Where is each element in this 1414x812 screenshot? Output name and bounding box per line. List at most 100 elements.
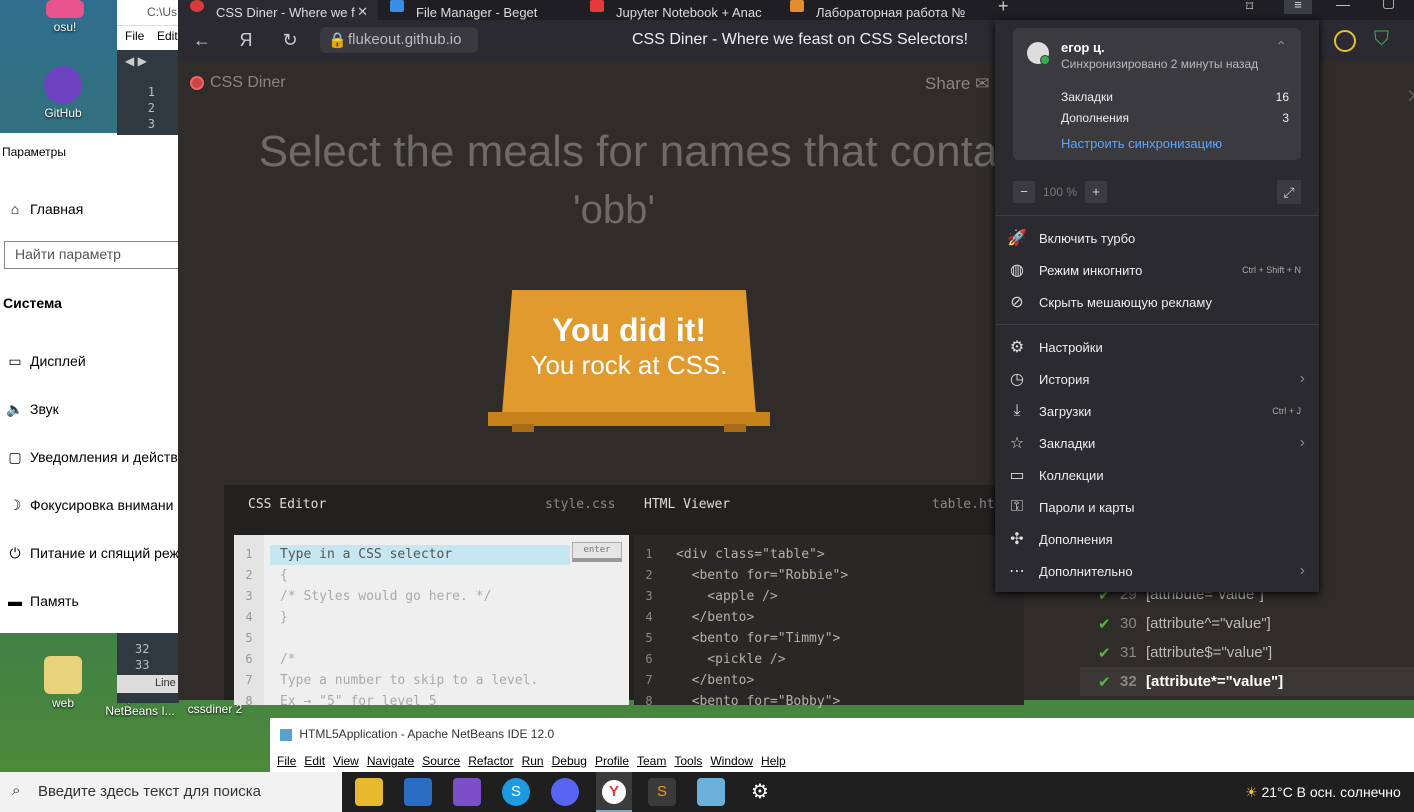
close-panel-icon[interactable]: ✕ (1406, 84, 1414, 109)
block-icon: ⊘ (1010, 294, 1024, 311)
mask-icon: ◍ (1010, 262, 1024, 279)
css-editor-title: CSS Editor (248, 497, 327, 512)
weather-widget[interactable]: ☀ 21°C В осн. солнечно (1245, 784, 1401, 801)
taskbar-search-input[interactable]: ⌕ Введите здесь текст для поиска (0, 772, 342, 812)
netbeans-menu-item[interactable]: Tools (674, 754, 702, 768)
enter-button[interactable]: enter (572, 542, 622, 562)
zoom-out-button[interactable]: − (1013, 181, 1035, 203)
css-selector-input[interactable]: Type in a CSS selector (280, 547, 452, 562)
menu-item-puzzle[interactable]: ✣ Дополнения (995, 523, 1319, 555)
menu-file[interactable]: File (125, 29, 144, 43)
sublime-path: C:\Us (117, 0, 179, 26)
fullscreen-icon[interactable]: ⤢ (1277, 180, 1301, 204)
reload-icon[interactable]: ↻ (278, 28, 302, 52)
menu-edit[interactable]: Edit (157, 29, 178, 43)
settings-item-display[interactable]: ▭ Дисплей (0, 341, 180, 381)
sublime-bottom-lines: 32 33 (135, 642, 150, 672)
chevron-up-icon[interactable]: ⌃ (1275, 38, 1287, 55)
tab-jupyter[interactable]: Jupyter Notebook + Anac (578, 0, 778, 20)
bookmark-icon[interactable]: ⌑ (1246, 0, 1253, 15)
level-item[interactable]: ✔ 30 [attribute^="value"] (1080, 609, 1414, 638)
zoom-level: 100 % (1043, 185, 1078, 199)
desktop-icon-github[interactable]: GitHub Desktop (28, 66, 98, 120)
netbeans-taskbar-icon[interactable] (697, 778, 725, 806)
avatar (1027, 42, 1050, 65)
level-instruction: Select the meals for names that conta (258, 127, 998, 176)
menu-item-more[interactable]: ⋯ Дополнительно › (995, 555, 1319, 587)
netbeans-menu-item[interactable]: Edit (304, 754, 325, 768)
netbeans-menu-item[interactable]: Profile (595, 754, 629, 768)
netbeans-menu-item[interactable]: Help (761, 754, 786, 768)
netbeans-menu-item[interactable]: Run (522, 754, 544, 768)
extension-icon[interactable] (1334, 30, 1356, 52)
code-line: Ex → "5" for level 5 (280, 694, 437, 709)
settings-item-power[interactable]: ⏻ Питание и спящий реж (0, 533, 180, 573)
skype-icon[interactable]: S (502, 778, 530, 806)
netbeans-menu-item[interactable]: Debug (552, 754, 587, 768)
level-instruction-line2: 'obb' (573, 188, 656, 232)
new-tab-icon[interactable]: + (998, 0, 1009, 17)
visual-studio-icon[interactable] (453, 778, 481, 806)
back-icon[interactable]: ← (190, 28, 214, 52)
line-number: 3 (645, 589, 653, 603)
menu-item-star[interactable]: ☆ Закладки › (995, 427, 1319, 459)
home-icon: ⌂ (10, 201, 20, 217)
level-item[interactable]: ✔ 32 [attribute*="value"] (1080, 667, 1414, 696)
level-item[interactable]: ✔ 31 [attribute$="value"] (1080, 638, 1414, 667)
sublime-icon[interactable]: S (648, 778, 676, 806)
tab-css-diner[interactable]: CSS Diner - Where we f ✕ (178, 0, 378, 20)
tab-lab-work[interactable]: Лабораторная работа № (778, 0, 978, 20)
line-number: 1 (245, 547, 253, 561)
menu-item-clock[interactable]: ◷ История › (995, 363, 1319, 395)
doc-favicon (790, 0, 804, 12)
netbeans-menu-item[interactable]: Source (422, 754, 460, 768)
settings-item-focus[interactable]: ☽ Фокусировка внимани (0, 485, 180, 525)
yandex-icon[interactable]: Я (234, 28, 258, 52)
discord-icon[interactable] (551, 778, 579, 806)
netbeans-menu-item[interactable]: View (333, 754, 359, 768)
sync-settings-link[interactable]: Настроить синхронизацию (1061, 136, 1222, 151)
menu-icon[interactable]: ≡ (1284, 0, 1312, 14)
settings-gear-icon[interactable]: ⚙ (746, 778, 774, 806)
tab-file-manager[interactable]: File Manager - Beget (378, 0, 578, 20)
menu-item-block[interactable]: ⊘ Скрыть мешающую рекламу (995, 286, 1319, 318)
menu-item-collection[interactable]: ▭ Коллекции (995, 459, 1319, 491)
sync-bookmarks-label: Закладки (1061, 90, 1113, 104)
store-icon[interactable] (404, 778, 432, 806)
tab-bar: CSS Diner - Where we f ✕ File Manager - … (178, 0, 1414, 20)
menu-item-key[interactable]: ⚿ Пароли и карты (995, 491, 1319, 523)
menu-item-rocket[interactable]: 🚀 Включить турбо (995, 222, 1319, 254)
netbeans-menu-item[interactable]: Refactor (468, 754, 513, 768)
netbeans-menu-item[interactable]: Navigate (367, 754, 414, 768)
share-link[interactable]: Share ✉ (925, 74, 989, 94)
shield-icon[interactable]: ⛉ (1374, 28, 1389, 51)
level-number: 31 (1120, 644, 1137, 661)
menu-item-gear[interactable]: ⚙ Настройки (995, 331, 1319, 363)
settings-item-sound[interactable]: 🔈 Звук (0, 389, 180, 429)
close-tab-icon[interactable]: ✕ (357, 4, 368, 20)
settings-item-storage[interactable]: ▬ Память (0, 581, 180, 621)
netbeans-menu-item[interactable]: Team (637, 754, 666, 768)
line-number: 5 (645, 631, 653, 645)
minimize-icon[interactable]: — (1336, 0, 1350, 12)
menu-item-mask[interactable]: ◍ Режим инкогнито Ctrl + Shift + N (995, 254, 1319, 286)
settings-home[interactable]: ⌂ Главная (0, 189, 180, 229)
menu-item-download[interactable]: ⤓ Загрузки Ctrl + J (995, 395, 1319, 427)
netbeans-menu-item[interactable]: File (277, 754, 296, 768)
settings-title: Параметры (2, 145, 66, 159)
sync-card: егор ц. Синхронизировано 2 минуты назад … (1013, 28, 1301, 160)
yandex-browser-taskbar-icon[interactable]: Y (596, 772, 632, 812)
check-icon: ✔ (1098, 644, 1111, 662)
desktop-icon-web[interactable]: web (28, 656, 98, 710)
url-field[interactable]: 🔒 flukeout.github.io (320, 27, 478, 53)
settings-item-notifications[interactable]: ▢ Уведомления и действ (0, 437, 180, 477)
netbeans-menu-item[interactable]: Window (710, 754, 753, 768)
maximize-icon[interactable]: ▢ (1382, 0, 1395, 11)
logo[interactable]: CSS Diner (190, 74, 286, 92)
tab-arrows[interactable]: ◀ ▶ (125, 54, 147, 68)
menu-item-label: Дополнительно (1039, 563, 1133, 579)
desktop-icon-osu[interactable]: osu! (30, 0, 100, 34)
file-explorer-icon[interactable] (355, 778, 383, 806)
zoom-in-button[interactable]: + (1085, 181, 1107, 203)
settings-search-input[interactable]: Найти параметр (4, 241, 180, 269)
